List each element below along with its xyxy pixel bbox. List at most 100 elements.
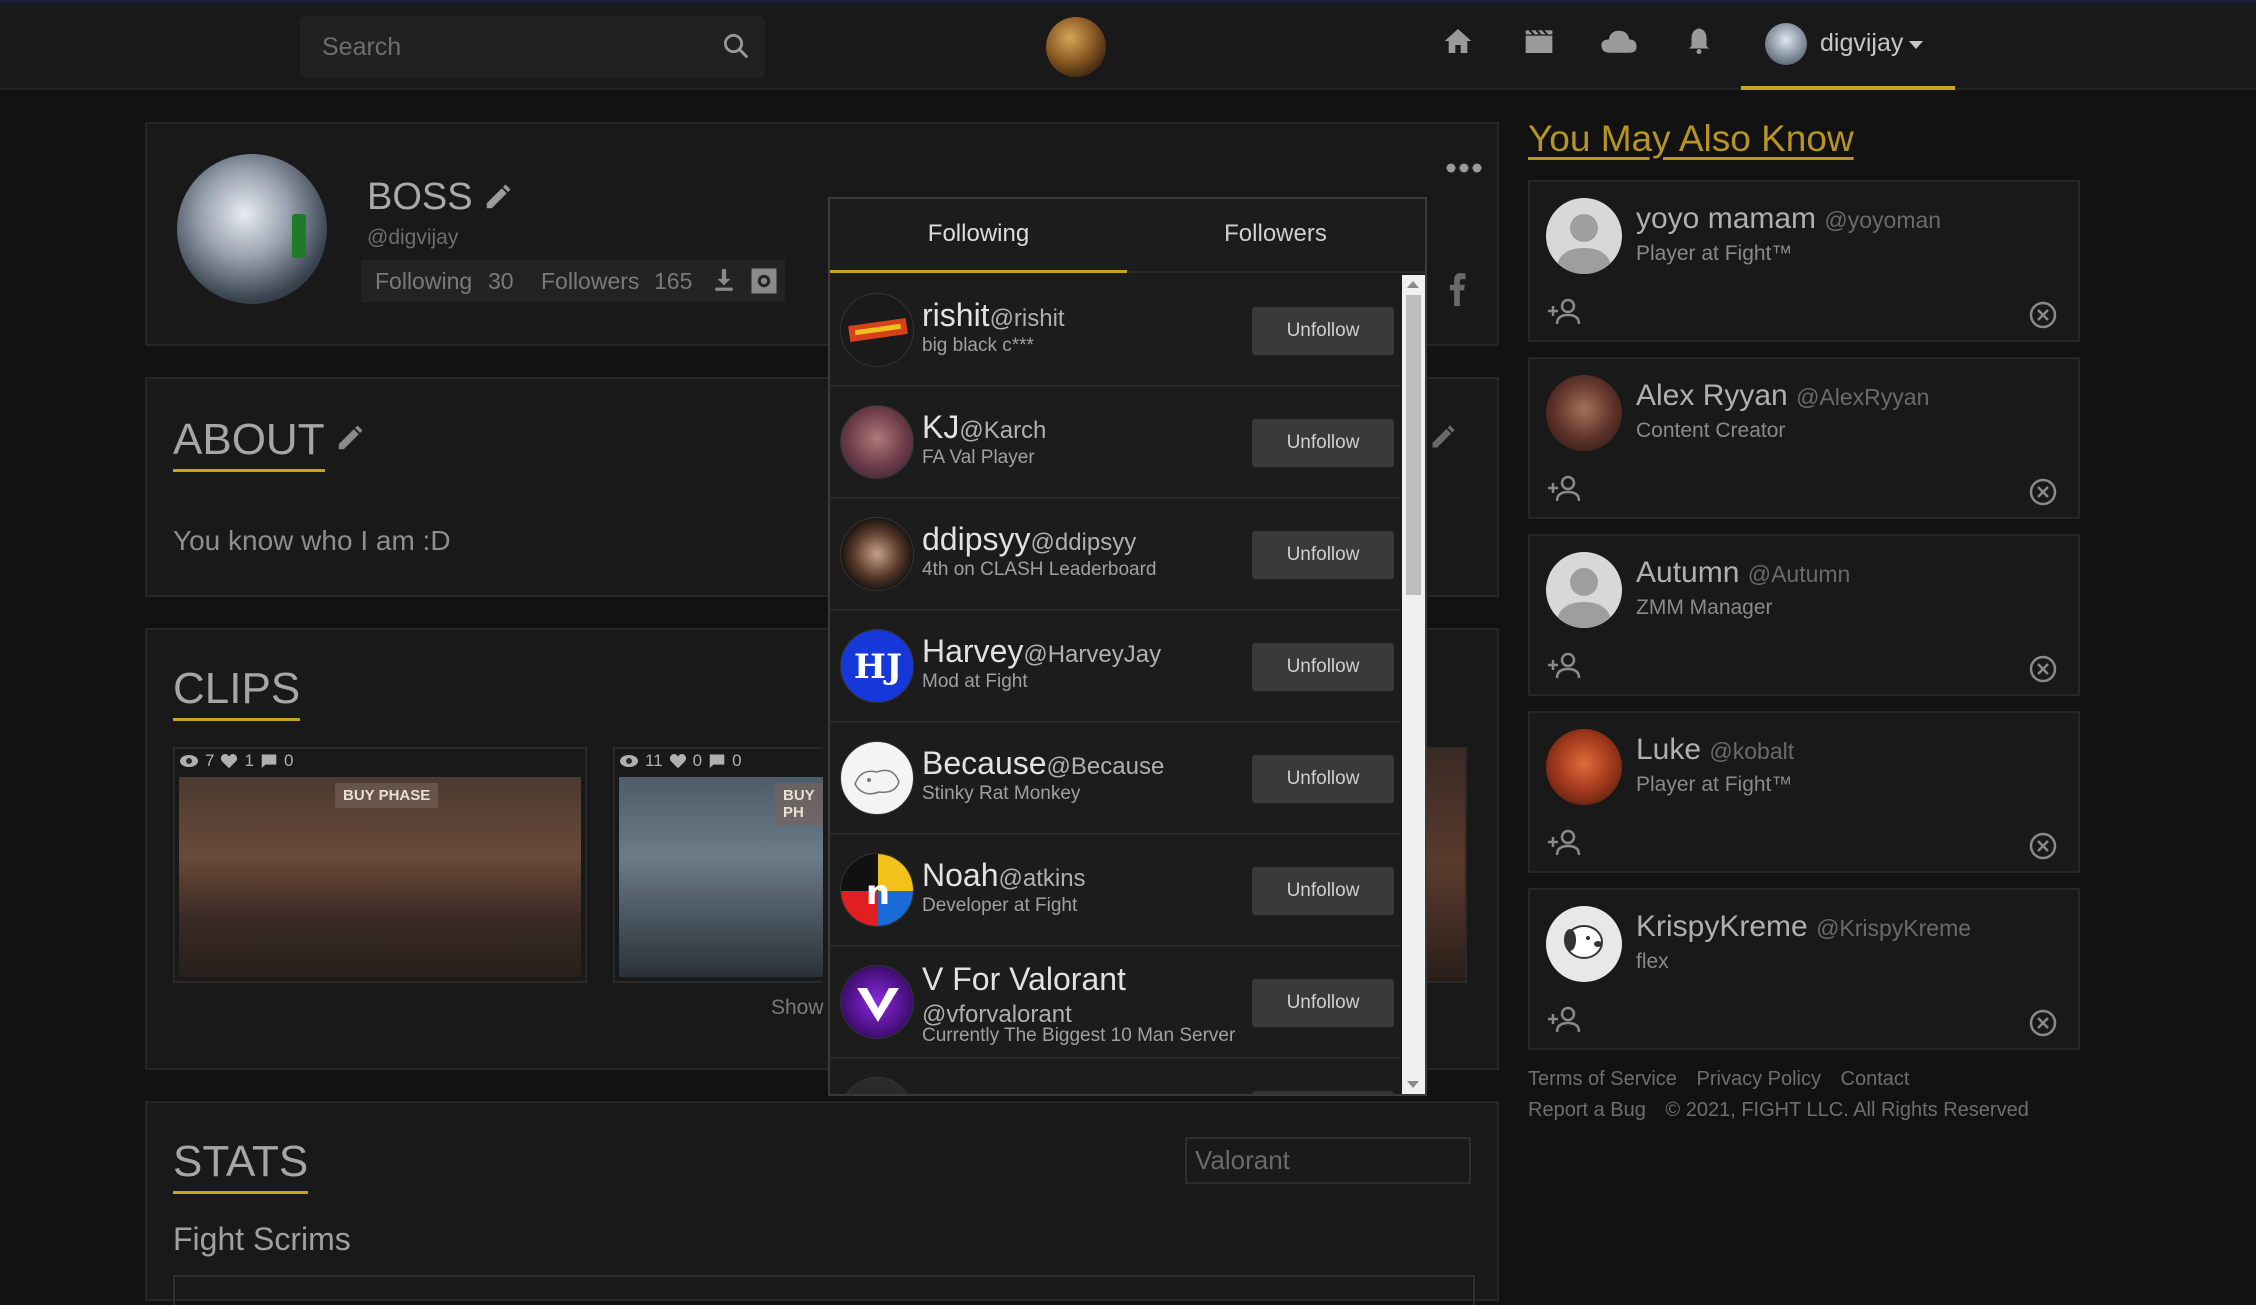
user-menu[interactable]: digvijay — [1741, 3, 1955, 90]
add-friend-icon[interactable] — [1546, 652, 1582, 680]
suggestion-name-line[interactable]: Autumn @Autumn — [1636, 556, 1850, 590]
avatar[interactable] — [1546, 198, 1622, 274]
clip-thumbnail[interactable]: 11 0 0 BUY PH — [613, 747, 823, 983]
user-desc: Developer at Fight — [922, 895, 1078, 916]
footer-links: Terms of Service Privacy Policy Contact — [1528, 1068, 1923, 1091]
user-avatar — [1765, 23, 1807, 65]
clip-thumbnail[interactable]: 7 1 0 BUY PHASE — [173, 747, 587, 983]
user-name-line[interactable]: Harvey@HarveyJay — [922, 633, 1161, 670]
list-item — [830, 1059, 1400, 1094]
edit-about-icon[interactable] — [335, 423, 365, 453]
add-friend-icon[interactable] — [1546, 298, 1582, 326]
user-desc: FA Val Player — [922, 447, 1035, 468]
contact-link[interactable]: Contact — [1841, 1068, 1910, 1090]
unfollow-button[interactable]: Unfollow — [1252, 867, 1394, 915]
avatar[interactable] — [840, 1077, 914, 1094]
unfollow-button[interactable]: Unfollow — [1252, 979, 1394, 1027]
user-name-line[interactable]: rishit@rishit — [922, 297, 1065, 334]
tab-followers[interactable]: Followers — [1127, 199, 1424, 273]
user-name[interactable]: Because — [922, 745, 1047, 781]
home-icon[interactable] — [1442, 25, 1474, 57]
more-options-icon[interactable] — [1445, 162, 1483, 174]
privacy-link[interactable]: Privacy Policy — [1697, 1068, 1821, 1090]
search-input[interactable] — [320, 16, 700, 78]
avatar[interactable] — [1546, 375, 1622, 451]
dismiss-icon[interactable] — [2028, 1008, 2058, 1038]
suggestion-name-line[interactable]: KrispyKreme @KrispyKreme — [1636, 910, 1971, 944]
dismiss-icon[interactable] — [2028, 831, 2058, 861]
user-name[interactable]: Noah — [922, 857, 999, 893]
terms-link[interactable]: Terms of Service — [1528, 1068, 1677, 1090]
followers-count[interactable]: 165 — [654, 268, 692, 295]
clip-comments: 0 — [732, 751, 742, 770]
suggestion-desc: flex — [1636, 950, 1669, 973]
unfollow-button[interactable]: Unfollow — [1252, 307, 1394, 355]
user-name-line[interactable]: Because@Because — [922, 745, 1164, 782]
dismiss-icon[interactable] — [2028, 477, 2058, 507]
fight-logo[interactable] — [1046, 17, 1106, 77]
user-name[interactable]: rishit — [922, 297, 990, 333]
user-name[interactable]: ddipsyy — [922, 521, 1031, 557]
avatar[interactable] — [1546, 552, 1622, 628]
avatar[interactable] — [840, 965, 914, 1039]
user-name-line[interactable]: KJ@Karch — [922, 409, 1046, 446]
avatar[interactable] — [1546, 906, 1622, 982]
user-name-line[interactable]: ddipsyy@ddipsyy — [922, 521, 1136, 558]
game-select[interactable]: Valorant — [1185, 1137, 1471, 1184]
user-name-line[interactable]: Noah@atkins — [922, 857, 1086, 894]
followers-label[interactable]: Followers — [541, 268, 639, 295]
following-count[interactable]: 30 — [488, 268, 514, 295]
search-icon[interactable] — [721, 31, 751, 61]
clip-thumbnail[interactable] — [1427, 747, 1467, 983]
heart-icon — [669, 753, 687, 769]
report-bug-link[interactable]: Report a Bug — [1528, 1099, 1646, 1121]
following-label[interactable]: Following — [375, 268, 472, 295]
add-friend-icon[interactable] — [1546, 1006, 1582, 1034]
edit-name-icon[interactable] — [483, 182, 513, 212]
list-item: n Noah@atkins Developer at Fight Unfollo… — [830, 835, 1400, 947]
avatar[interactable]: n — [840, 853, 914, 927]
add-friend-icon[interactable] — [1546, 475, 1582, 503]
add-friend-icon[interactable] — [1546, 829, 1582, 857]
clapperboard-icon[interactable] — [1522, 25, 1556, 57]
scroll-up-arrow-icon[interactable] — [1407, 281, 1419, 288]
avatar[interactable] — [1546, 729, 1622, 805]
unfollow-button[interactable]: Unfollow — [1252, 419, 1394, 467]
dismiss-icon[interactable] — [2028, 654, 2058, 684]
scrollbar[interactable] — [1402, 275, 1425, 1094]
top-navbar: digvijay — [0, 0, 2256, 90]
avatar[interactable]: HJ — [840, 629, 914, 703]
avatar[interactable] — [840, 741, 914, 815]
user-handle: @vforvalorant — [922, 1001, 1072, 1028]
suggestion-name[interactable]: KrispyKreme — [1636, 910, 1808, 943]
suggestion-name[interactable]: yoyo mamam — [1636, 202, 1816, 235]
avatar[interactable] — [840, 293, 914, 367]
facebook-icon[interactable] — [1447, 272, 1467, 306]
suggestion-name-line[interactable]: Alex Ryyan @AlexRyyan — [1636, 379, 1929, 413]
suggestion-name-line[interactable]: Luke @kobalt — [1636, 733, 1794, 767]
cloud-icon[interactable] — [1600, 25, 1638, 57]
scrollbar-thumb[interactable] — [1406, 295, 1421, 595]
unfollow-button[interactable]: Unfollow — [1252, 643, 1394, 691]
avatar[interactable] — [840, 517, 914, 591]
dismiss-icon[interactable] — [2028, 300, 2058, 330]
avatar[interactable] — [840, 405, 914, 479]
stats-card: STATS Fight Scrims — [145, 1101, 1499, 1305]
edit-icon-right[interactable] — [1429, 423, 1457, 451]
settings-icon[interactable] — [749, 266, 779, 296]
download-icon[interactable] — [711, 266, 737, 294]
show-more-link[interactable]: Show — [771, 996, 824, 1020]
following-list[interactable]: rishit@rishit big black c*** Unfollow KJ… — [830, 275, 1400, 1094]
tab-following[interactable]: Following — [830, 199, 1127, 273]
suggestion-name[interactable]: Alex Ryyan — [1636, 379, 1788, 412]
scroll-down-arrow-icon[interactable] — [1407, 1081, 1419, 1088]
unfollow-button[interactable]: Unfollow — [1252, 755, 1394, 803]
unfollow-button[interactable]: Unfollow — [1252, 531, 1394, 579]
suggestion-name[interactable]: Autumn — [1636, 556, 1739, 589]
bell-icon[interactable] — [1684, 25, 1714, 57]
user-name[interactable]: KJ — [922, 409, 959, 445]
suggestion-name-line[interactable]: yoyo mamam @yoyoman — [1636, 202, 1941, 236]
unfollow-button[interactable] — [1252, 1091, 1394, 1094]
user-name[interactable]: Harvey — [922, 633, 1023, 669]
suggestion-name[interactable]: Luke — [1636, 733, 1701, 766]
